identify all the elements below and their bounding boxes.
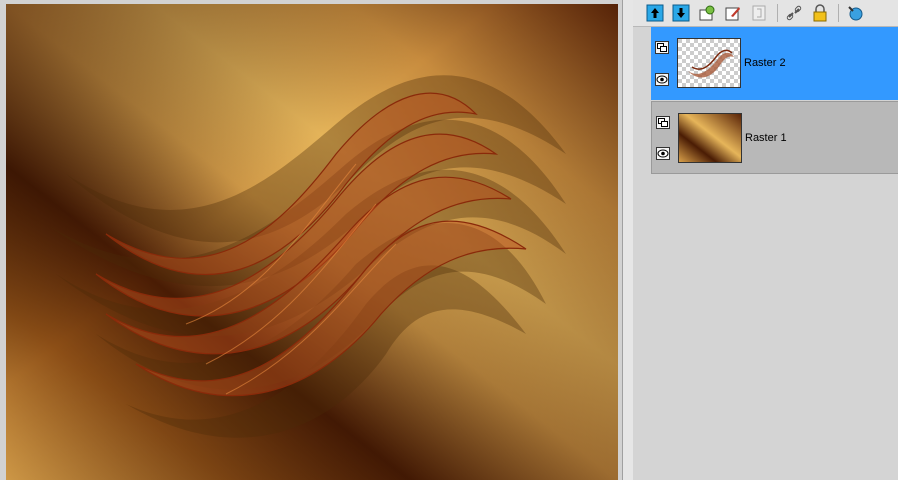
layer-group-icon[interactable] <box>655 41 669 54</box>
layer-name: Raster 2 <box>744 57 786 69</box>
image-canvas[interactable] <box>6 4 618 480</box>
layer-group-icon[interactable] <box>656 116 670 129</box>
layer-properties-icon[interactable] <box>697 3 717 23</box>
edit-selection-icon[interactable] <box>723 3 743 23</box>
toolbar-separator <box>838 4 839 22</box>
layer-row-raster-1[interactable]: Raster 1 <box>651 101 898 174</box>
link-icon[interactable] <box>784 3 804 23</box>
layers-toolbar <box>633 0 898 27</box>
canvas-area[interactable] <box>0 0 622 480</box>
layer-thumbnail <box>678 113 742 163</box>
move-layer-down-icon[interactable] <box>671 3 691 23</box>
layers-panel: Raster 2 Raster 1 <box>633 0 898 480</box>
layer-thumbnail <box>677 38 741 88</box>
layer-row-raster-2[interactable]: Raster 2 <box>651 27 898 100</box>
merge-icon[interactable] <box>749 3 769 23</box>
visibility-eye-icon[interactable] <box>655 73 669 86</box>
help-icon[interactable] <box>845 3 865 23</box>
layer-name: Raster 1 <box>745 132 787 144</box>
artwork <box>6 4 618 480</box>
lock-icon[interactable] <box>810 3 830 23</box>
visibility-eye-icon[interactable] <box>656 147 670 160</box>
move-layer-up-icon[interactable] <box>645 3 665 23</box>
toolbar-separator <box>777 4 778 22</box>
